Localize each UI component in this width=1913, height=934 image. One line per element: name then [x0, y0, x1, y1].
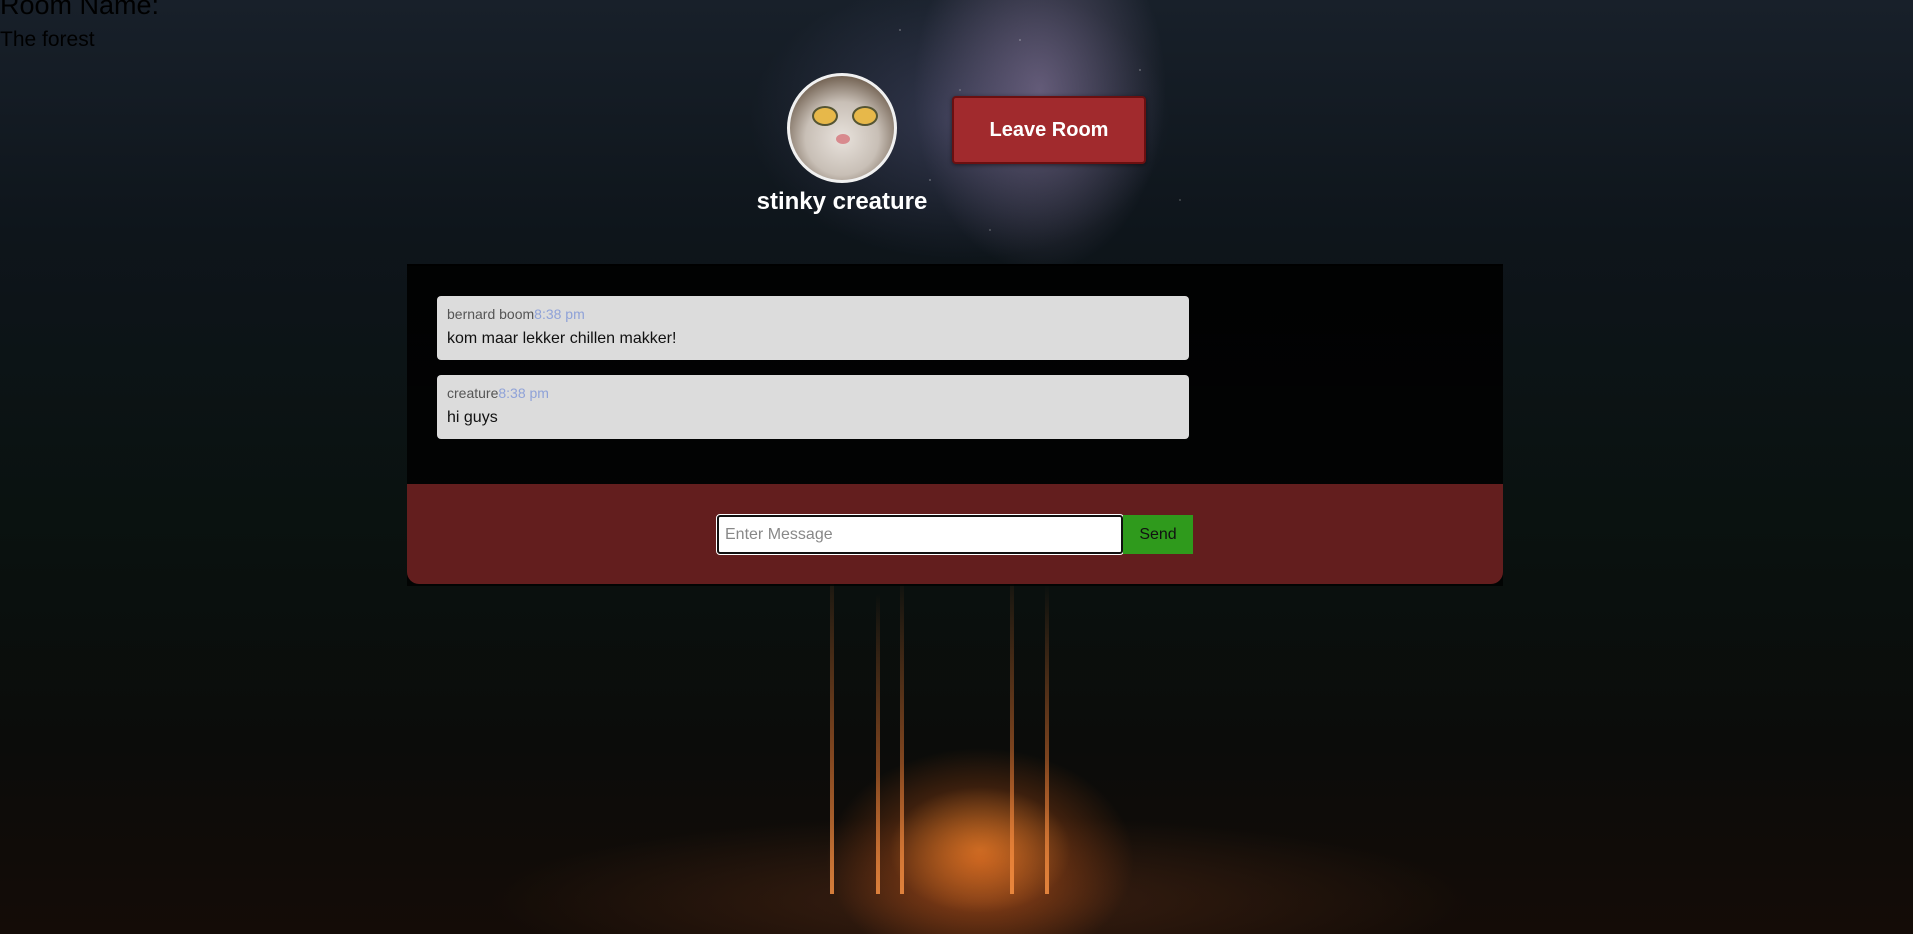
send-button[interactable]: Send — [1123, 515, 1193, 554]
room-name-value: The forest — [0, 28, 95, 51]
lit-tree-trunk — [876, 594, 880, 894]
message-time: 8:38 pm — [498, 385, 549, 401]
message-item: creature8:38 pm hi guys — [437, 375, 1189, 439]
room-name-heading: Room Name: — [0, 0, 160, 20]
message-time: 8:38 pm — [534, 306, 585, 322]
avatar-eye-icon — [812, 106, 838, 126]
message-author: creature — [447, 385, 499, 401]
avatar-nose-icon — [836, 134, 850, 144]
lit-tree-trunk — [900, 574, 904, 894]
message-meta: bernard boom8:38 pm — [447, 306, 1179, 324]
message-list: bernard boom8:38 pm kom maar lekker chil… — [437, 296, 1189, 454]
message-item: bernard boom8:38 pm kom maar lekker chil… — [437, 296, 1189, 360]
message-author: bernard boom — [447, 306, 535, 322]
username-label: stinky creature — [756, 188, 928, 215]
lit-tree-trunk — [830, 554, 834, 894]
message-input[interactable] — [716, 514, 1124, 555]
lit-tree-trunk — [1010, 564, 1014, 894]
leave-room-button[interactable]: Leave Room — [952, 96, 1146, 164]
user-avatar — [787, 73, 897, 183]
message-meta: creature8:38 pm — [447, 385, 1179, 403]
message-text: hi guys — [447, 409, 498, 426]
avatar-eye-icon — [852, 106, 878, 126]
lit-tree-trunk — [1045, 584, 1049, 894]
message-text: kom maar lekker chillen makker! — [447, 330, 677, 347]
